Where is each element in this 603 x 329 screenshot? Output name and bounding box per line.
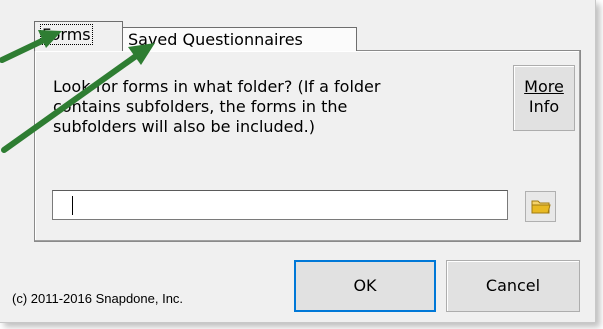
- text-caret: [72, 196, 73, 215]
- tab-panel: Look for forms in what folder? (If a fol…: [34, 50, 581, 242]
- folder-icon: [531, 200, 551, 214]
- tab-saved-questionnaires[interactable]: Saved Questionnaires: [121, 27, 357, 51]
- tab-forms[interactable]: Forms: [34, 21, 123, 51]
- dialog-window: Forms Saved Questionnaires Look for form…: [0, 0, 596, 323]
- more-info-label-line1: More: [524, 77, 564, 96]
- more-info-button[interactable]: More Info: [513, 65, 575, 131]
- more-info-label-line2: Info: [528, 97, 560, 116]
- tab-forms-label: Forms: [40, 24, 93, 45]
- copyright-text: (c) 2011-2016 Snapdone, Inc.: [12, 291, 184, 306]
- ok-button[interactable]: OK: [294, 260, 436, 312]
- folder-prompt: Look for forms in what folder? (If a fol…: [53, 77, 381, 136]
- folder-path-input[interactable]: [52, 190, 508, 220]
- tab-saved-questionnaires-label: Saved Questionnaires: [128, 30, 303, 49]
- browse-folder-button[interactable]: [525, 191, 556, 222]
- cancel-button[interactable]: Cancel: [446, 260, 580, 312]
